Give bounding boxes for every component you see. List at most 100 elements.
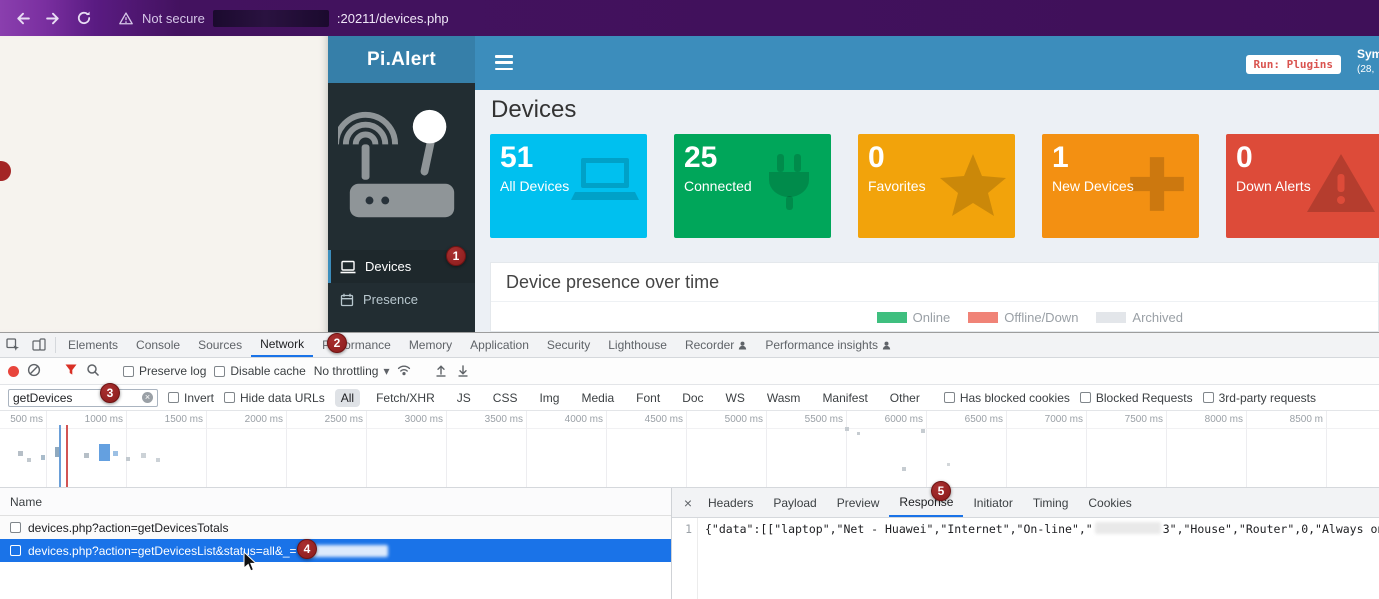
har-export-icon[interactable] [456,363,470,380]
inspect-element-icon[interactable] [0,333,26,357]
tab-timing[interactable]: Timing [1023,488,1079,517]
response-viewer[interactable]: 1 {"data":[["laptop","Net - Huawei","Int… [672,518,1379,599]
divider [55,337,56,353]
hide-data-urls-checkbox[interactable]: Hide data URLs [224,391,325,405]
line-number-gutter: 1 [672,518,698,599]
header-user-info[interactable]: Sym (28, [1357,47,1379,75]
checkbox[interactable] [1203,392,1214,403]
clear-icon[interactable] [27,363,41,380]
card-down-alerts[interactable]: 0 Down Alerts [1226,134,1379,238]
url-path: :20211/devices.php [337,11,449,26]
request-row-selected[interactable]: devices.php?action=getDevicesList&status… [0,539,671,562]
tab-elements[interactable]: Elements [59,333,127,357]
search-icon[interactable] [86,363,100,380]
legend-item-archived: Archived [1096,310,1183,325]
tab-network[interactable]: Network [251,333,313,357]
checkbox[interactable] [944,392,955,403]
address-bar[interactable]: Not secure :20211/devices.php [118,10,449,27]
close-icon[interactable]: × [678,488,698,517]
screenshot-root: Not secure :20211/devices.php Pi.Alert [0,0,1379,599]
tab-response[interactable]: Response [889,488,963,517]
filter-type-font[interactable]: Font [630,389,666,407]
forward-icon[interactable] [45,10,62,27]
timeline-tick: 2000 ms [207,411,287,487]
tab-sources[interactable]: Sources [189,333,251,357]
checkbox[interactable] [168,392,179,403]
card-label: Down Alerts [1226,175,1379,194]
card-connected[interactable]: 25 Connected [674,134,831,238]
timeline-tick: 6500 ms [927,411,1007,487]
tab-recorder[interactable]: Recorder [676,333,756,357]
tab-security[interactable]: Security [538,333,599,357]
tab-lighthouse[interactable]: Lighthouse [599,333,676,357]
filter-icon[interactable] [64,363,78,379]
timeline-tick: 5500 ms [767,411,847,487]
network-conditions-icon[interactable] [397,363,411,379]
annotation-badge-1: 1 [446,246,466,266]
tab-console[interactable]: Console [127,333,189,357]
filter-type-js[interactable]: JS [451,389,477,407]
third-party-requests-checkbox[interactable]: 3rd-party requests [1203,391,1316,405]
run-plugins-button[interactable]: Run: Plugins [1246,55,1341,74]
requests-table-header[interactable]: Name [0,488,671,516]
name-column-header[interactable]: Name [10,495,42,509]
invert-checkbox[interactable]: Invert [168,391,214,405]
has-blocked-cookies-checkbox[interactable]: Has blocked cookies [944,391,1070,405]
card-label: All Devices [490,175,647,194]
tab-preview[interactable]: Preview [827,488,890,517]
app-brand[interactable]: Pi.Alert [328,36,475,83]
page-content: Devices 51 All Devices 25 Connected 0 Fa… [475,90,1379,332]
tab-memory[interactable]: Memory [400,333,461,357]
checkbox[interactable] [224,392,235,403]
devtools-tabbar: Elements Console Sources Network Perform… [0,333,1379,358]
filter-type-manifest[interactable]: Manifest [816,389,873,407]
request-row[interactable]: devices.php?action=getDevicesTotals [0,516,671,539]
record-icon[interactable] [8,366,19,377]
timeline-activity-mark [41,455,45,460]
filter-type-ws[interactable]: WS [720,389,751,407]
card-new-devices[interactable]: 1 New Devices [1042,134,1199,238]
sidebar-item-presence[interactable]: Presence [328,283,475,316]
filter-type-all[interactable]: All [335,389,360,407]
timeline-activity-mark [947,463,950,466]
annotation-badge-2: 2 [327,333,347,353]
checkbox[interactable] [123,366,134,377]
menu-toggle-icon[interactable] [495,55,513,70]
card-label: Connected [674,175,831,194]
timeline-tick: 500 ms [0,411,47,487]
filter-type-wasm[interactable]: Wasm [761,389,807,407]
timeline-tick: 3500 ms [447,411,527,487]
tab-cookies[interactable]: Cookies [1078,488,1141,517]
tab-payload[interactable]: Payload [763,488,826,517]
blocked-requests-checkbox[interactable]: Blocked Requests [1080,391,1193,405]
card-all-devices[interactable]: 51 All Devices [490,134,647,238]
tab-application[interactable]: Application [461,333,538,357]
filter-type-doc[interactable]: Doc [676,389,709,407]
clear-filter-icon[interactable]: × [142,392,153,403]
filter-type-media[interactable]: Media [575,389,620,407]
tab-initiator[interactable]: Initiator [963,488,1022,517]
card-favorites[interactable]: 0 Favorites [858,134,1015,238]
filter-input[interactable]: getDevices × [8,389,158,407]
disable-cache-checkbox[interactable]: Disable cache [214,364,305,378]
filter-type-other[interactable]: Other [884,389,926,407]
filter-type-css[interactable]: CSS [487,389,524,407]
har-import-icon[interactable] [434,363,448,380]
network-toolbar: Preserve log Disable cache No throttling… [0,358,1379,385]
reload-icon[interactable] [76,10,92,26]
network-overview-timeline[interactable]: 500 ms 1000 ms 1500 ms 2000 ms 2500 ms 3… [0,411,1379,488]
back-icon[interactable] [14,10,31,27]
tab-headers[interactable]: Headers [698,488,763,517]
preserve-log-checkbox[interactable]: Preserve log [123,364,206,378]
device-toolbar-icon[interactable] [26,333,52,357]
checkbox[interactable] [1080,392,1091,403]
checkbox[interactable] [214,366,225,377]
filter-type-fetch[interactable]: Fetch/XHR [370,389,441,407]
checkbox[interactable] [10,545,21,556]
checkbox[interactable] [10,522,21,533]
tab-performance-insights[interactable]: Performance insights [756,333,900,357]
throttling-select[interactable]: No throttling▾ [314,364,390,378]
filter-type-img[interactable]: Img [533,389,565,407]
tab-performance[interactable]: Performance [313,333,400,357]
legend-swatch-archived [1096,312,1126,323]
